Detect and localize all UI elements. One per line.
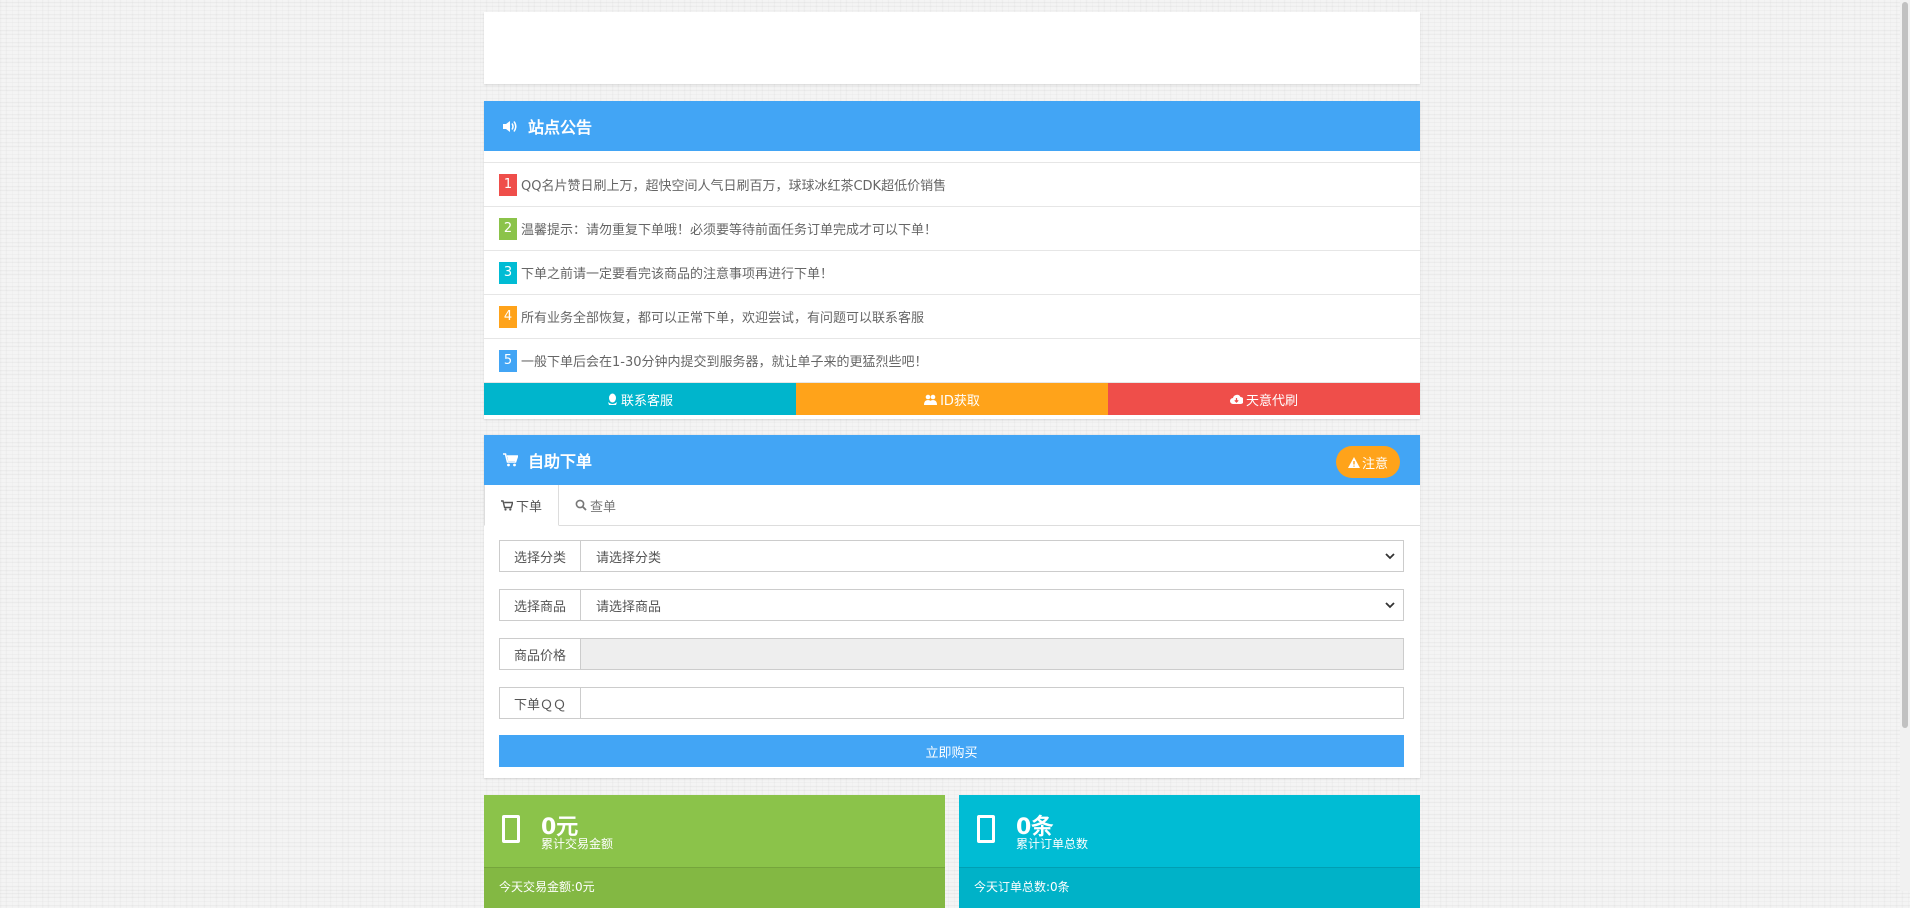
qq-label: 下单ＱＱ [500,688,581,718]
category-label: 选择分类 [500,541,581,571]
qq-penguin-icon [607,393,618,405]
order-panel: 自助下单 注意 下单 查单 选择分类 请选择分类 选择商品 请选择商品 商品价格… [484,435,1420,778]
notice-number: 1 [499,173,517,196]
category-select[interactable]: 请选择分类 [581,541,1403,571]
contact-service-button[interactable]: 联系客服 [484,383,796,415]
id-get-label: ID获取 [940,393,980,409]
id-get-button[interactable]: ID获取 [796,383,1108,415]
buy-now-button[interactable]: 立即购买 [499,735,1404,767]
notice-header: 站点公告 [484,101,1420,151]
notice-item: 4 所有业务全部恢复，都可以正常下单，欢迎尝试，有问题可以联系客服 [484,294,1420,338]
notice-panel: 站点公告 1 QQ名片赞日刷上万，超快空间人气日刷百万，球球冰红茶CDK超低价销… [484,101,1420,419]
attention-label: 注意 [1361,456,1388,472]
shopping-cart-icon [501,499,513,511]
product-label: 选择商品 [500,590,581,620]
cloud-download-icon [1230,394,1243,404]
total-orders-card: 0条 累计订单总数 今天订单总数:0条 [959,795,1420,908]
mobile-icon [502,815,520,843]
notice-number: 5 [499,349,517,372]
notice-list: 1 QQ名片赞日刷上万，超快空间人气日刷百万，球球冰红茶CDK超低价销售 2 温… [484,162,1420,383]
product-select[interactable]: 请选择商品 [581,590,1403,620]
price-label: 商品价格 [500,639,581,669]
notice-text: 所有业务全部恢复，都可以正常下单，欢迎尝试，有问题可以联系客服 [521,311,925,326]
product-row: 选择商品 请选择商品 [499,589,1404,621]
product-select-value: 请选择商品 [596,599,662,615]
search-icon [575,499,587,511]
scrollbar-thumb[interactable] [1902,2,1908,728]
order-header: 自助下单 注意 [484,435,1420,485]
notice-text: QQ名片赞日刷上万，超快空间人气日刷百万，球球冰红茶CDK超低价销售 [521,179,947,194]
notice-item: 2 温馨提示：请勿重复下单哦！必须要等待前面任务订单完成才可以下单！ [484,206,1420,250]
chevron-down-icon [1385,599,1395,614]
total-orders-label: 累计订单总数 [1016,837,1089,851]
tab-query[interactable]: 查单 [559,485,632,525]
notice-number: 3 [499,261,517,284]
notice-title: 站点公告 [528,118,593,137]
tab-order[interactable]: 下单 [484,485,560,526]
users-icon [924,394,938,405]
price-row: 商品价格 [499,638,1404,670]
notice-text: 下单之前请一定要看完该商品的注意事项再进行下单！ [521,267,834,282]
notice-item: 3 下单之前请一定要看完该商品的注意事项再进行下单！ [484,250,1420,294]
volume-icon [502,118,518,134]
attention-button[interactable]: 注意 [1335,446,1400,478]
contact-service-label: 联系客服 [620,393,673,409]
notice-item: 5 一般下单后会在1-30分钟内提交到服务器，就让单子来的更猛烈些吧！ [484,338,1420,383]
tab-query-label: 查单 [590,499,617,515]
order-title: 自助下单 [528,452,593,471]
category-row: 选择分类 请选择分类 [499,540,1404,572]
qq-input[interactable] [581,688,1403,718]
tab-order-label: 下单 [516,499,543,515]
order-tabs: 下单 查单 [484,485,1420,526]
tianyi-button[interactable]: 天意代刷 [1108,383,1420,415]
today-orders: 今天订单总数:0条 [959,867,1420,908]
today-amount: 今天交易金额:0元 [484,867,945,908]
mobile-icon [977,815,995,843]
notice-text: 一般下单后会在1-30分钟内提交到服务器，就让单子来的更猛烈些吧！ [521,355,928,370]
order-form: 选择分类 请选择分类 选择商品 请选择商品 商品价格 下单ＱＱ 立即购买 [484,526,1420,767]
category-select-value: 请选择分类 [596,550,662,566]
total-amount-label: 累计交易金额 [541,837,614,851]
total-amount-card: 0元 累计交易金额 今天交易金额:0元 [484,795,945,908]
notice-item: 1 QQ名片赞日刷上万，超快空间人气日刷百万，球球冰红茶CDK超低价销售 [484,162,1420,206]
chevron-down-icon [1385,550,1395,565]
shopping-cart-icon [502,452,518,468]
header-card [484,12,1420,84]
notice-text: 温馨提示：请勿重复下单哦！必须要等待前面任务订单完成才可以下单！ [521,223,938,238]
warning-icon [1347,456,1360,468]
notice-number: 2 [499,217,517,240]
notice-number: 4 [499,305,517,328]
page-scrollbar[interactable] [1900,0,1910,891]
notice-button-row: 联系客服 ID获取 天意代刷 [484,383,1420,415]
qq-row: 下单ＱＱ [499,687,1404,719]
price-field [581,639,1403,669]
tianyi-label: 天意代刷 [1245,393,1298,409]
